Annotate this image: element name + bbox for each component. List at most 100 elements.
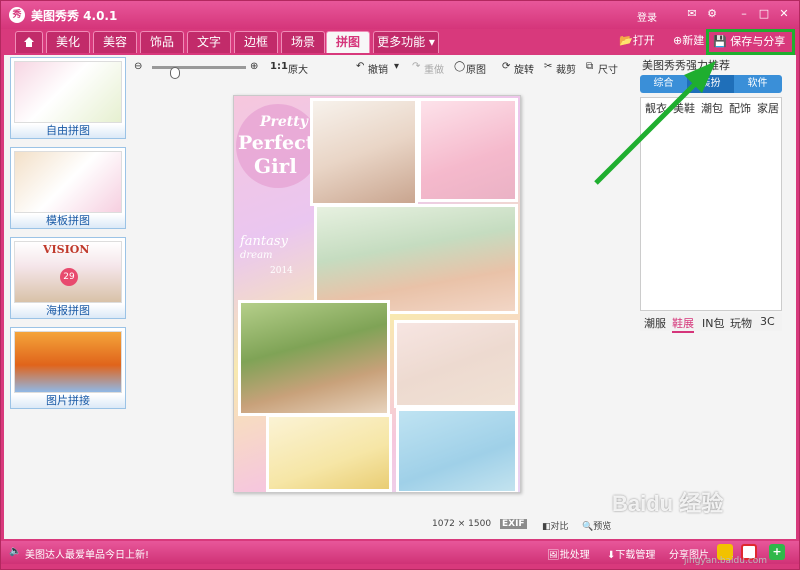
main-workspace: 自由拼图 模板拼图 VISION 29 海报拼图 图片拼接 ⊖ ⊕ 1:1 原大…	[4, 55, 796, 539]
login-link[interactable]: 登录	[637, 9, 657, 24]
save-share-label: 保存与分享	[730, 35, 786, 48]
undo-icon[interactable]: ↶	[356, 61, 364, 72]
bottom-tab-toys[interactable]: 玩物	[730, 315, 752, 331]
poster-thumb-number: 29	[60, 268, 78, 286]
settings-icon[interactable]: ⚙	[705, 7, 719, 21]
tab-beautify[interactable]: 美化	[46, 31, 90, 53]
tab-border[interactable]: 边框	[234, 31, 278, 53]
bottom-tab-shoe-show[interactable]: 鞋展	[672, 315, 694, 333]
left-tool-panel: 自由拼图 模板拼图 VISION 29 海报拼图 图片拼接	[8, 57, 126, 537]
ratio-button[interactable]: 1:1	[270, 61, 288, 72]
tab-more-label: 更多功能	[377, 35, 426, 49]
app-logo-icon: 秀	[9, 7, 25, 23]
baidu-watermark: Baidu 经验	[612, 491, 724, 516]
status-bar: 🔈 美图达人最爱单品今日上新! 🖼批处理 ⬇下载管理 分享图片 +	[1, 541, 799, 564]
bottom-tab-fashion[interactable]: 潮服	[644, 315, 666, 331]
zoom-slider-handle[interactable]	[170, 67, 180, 79]
status-message[interactable]: 美图达人最爱单品今日上新!	[25, 546, 149, 561]
collage-photo-7[interactable]	[396, 408, 518, 492]
tab-text[interactable]: 文字	[187, 31, 231, 53]
minimize-icon[interactable]: –	[737, 7, 751, 21]
preview-label: 预览	[593, 522, 612, 532]
compare-label: 对比	[550, 522, 569, 532]
bottom-tab-3c[interactable]: 3C	[760, 315, 775, 328]
rotate-button[interactable]: 旋转	[514, 61, 534, 76]
image-stitch-card[interactable]: 图片拼接	[10, 327, 126, 409]
collage-photo-6[interactable]	[266, 414, 392, 492]
compare-icon: ◧	[542, 522, 551, 532]
canvas-toolbar: ⊖ ⊕ 1:1 原大 ↶ 撤销 ▾ ↷ 重做 ◯ 原图 ⟳ 旋转 ✂ 裁剪 ⧉ …	[132, 59, 622, 79]
deco-text-pretty: Pretty	[260, 114, 308, 130]
tab-collage[interactable]: 拼图	[326, 31, 370, 53]
tab-software[interactable]: 软件	[734, 75, 781, 93]
crop-button[interactable]: 裁剪	[556, 61, 576, 76]
poster-collage-card[interactable]: VISION 29 海报拼图	[10, 237, 126, 319]
add-icon[interactable]: +	[769, 544, 785, 560]
compare-button[interactable]: ◧对比	[542, 519, 569, 532]
collage-photo-3[interactable]	[314, 204, 518, 314]
crop-icon[interactable]: ✂	[544, 61, 552, 72]
original-size-button[interactable]: 原大	[288, 61, 308, 76]
collage-canvas[interactable]: Pretty Perfect Girl fantasy dream 2014	[233, 95, 521, 493]
message-icon[interactable]: ✉	[685, 7, 699, 21]
free-collage-card[interactable]: 自由拼图	[10, 57, 126, 139]
chevron-down-icon: ▾	[425, 35, 435, 49]
free-collage-thumbnail	[14, 61, 122, 123]
tab-beauty[interactable]: 美容	[93, 31, 137, 53]
preview-button[interactable]: 🔍预览	[582, 519, 611, 532]
collage-photo-2[interactable]	[418, 98, 518, 202]
category-home[interactable]: 家居	[757, 100, 779, 116]
app-window: 秀 美图秀秀 4.0.1 登录 ✉ ⚙ – □ ✕ 美化 美容 饰品 文字 边框…	[0, 0, 800, 570]
download-manager-button[interactable]: ⬇下载管理	[607, 546, 655, 561]
watermark-url: jingyan.baidu.com	[684, 556, 768, 566]
poster-thumb-text: VISION	[43, 243, 90, 256]
original-icon[interactable]: ◯	[454, 61, 465, 72]
undo-dropdown-icon[interactable]: ▾	[394, 61, 399, 72]
category-accessories[interactable]: 配饰	[729, 100, 751, 116]
collage-photo-4[interactable]	[238, 300, 390, 416]
template-collage-thumbnail	[14, 151, 122, 213]
download-label: 下载管理	[615, 550, 656, 561]
redo-button: 重做	[424, 65, 444, 76]
batch-label: 批处理	[559, 550, 590, 561]
rotate-icon[interactable]: ⟳	[502, 61, 510, 72]
poster-collage-thumbnail: VISION 29	[14, 241, 122, 303]
collage-photo-5[interactable]	[394, 320, 518, 408]
speaker-icon: 🔈	[9, 546, 22, 557]
deco-text-year: 2014	[270, 266, 293, 276]
batch-button[interactable]: 🖼批处理	[547, 546, 590, 561]
zoom-in-icon[interactable]: ⊕	[250, 61, 258, 72]
collage-photo-1[interactable]	[310, 98, 418, 206]
deco-text-girl: Girl	[254, 154, 297, 178]
deco-text-perfect: Perfect	[238, 132, 315, 154]
deco-text-dream: dream	[240, 250, 273, 261]
tab-more-functions[interactable]: 更多功能 ▾	[373, 31, 439, 53]
home-icon	[24, 37, 34, 47]
exif-button[interactable]: EXIF	[500, 519, 527, 529]
tab-accessories[interactable]: 饰品	[140, 31, 184, 53]
undo-button[interactable]: 撤销	[368, 61, 388, 76]
zoom-slider[interactable]	[152, 66, 246, 79]
title-bar: 秀 美图秀秀 4.0.1 登录 ✉ ⚙ – □ ✕	[1, 1, 799, 29]
canvas-dimensions: 1072 × 1500	[432, 519, 492, 529]
recommend-bottom-tabs: 潮服 鞋展 IN包 玩物 3C	[640, 313, 782, 333]
image-stitch-label: 图片拼接	[11, 394, 125, 408]
tab-scene[interactable]: 场景	[281, 31, 325, 53]
tab-home[interactable]	[15, 31, 43, 53]
maximize-icon[interactable]: □	[757, 7, 771, 21]
deco-text-fantasy: fantasy	[240, 234, 288, 249]
template-collage-card[interactable]: 模板拼图	[10, 147, 126, 229]
green-arrow-annotation	[594, 61, 716, 185]
bottom-tab-in-bag[interactable]: IN包	[702, 315, 724, 331]
template-collage-label: 模板拼图	[11, 214, 125, 228]
preview-icon: 🔍	[582, 522, 594, 532]
zoom-out-icon[interactable]: ⊖	[134, 61, 142, 72]
image-stitch-thumbnail	[14, 331, 122, 393]
free-collage-label: 自由拼图	[11, 124, 125, 138]
batch-icon: 🖼	[547, 550, 560, 561]
original-button[interactable]: 原图	[466, 61, 486, 76]
close-icon[interactable]: ✕	[777, 7, 791, 21]
poster-collage-label: 海报拼图	[11, 304, 125, 318]
app-title: 美图秀秀 4.0.1	[31, 9, 118, 23]
redo-icon: ↷	[412, 61, 421, 72]
